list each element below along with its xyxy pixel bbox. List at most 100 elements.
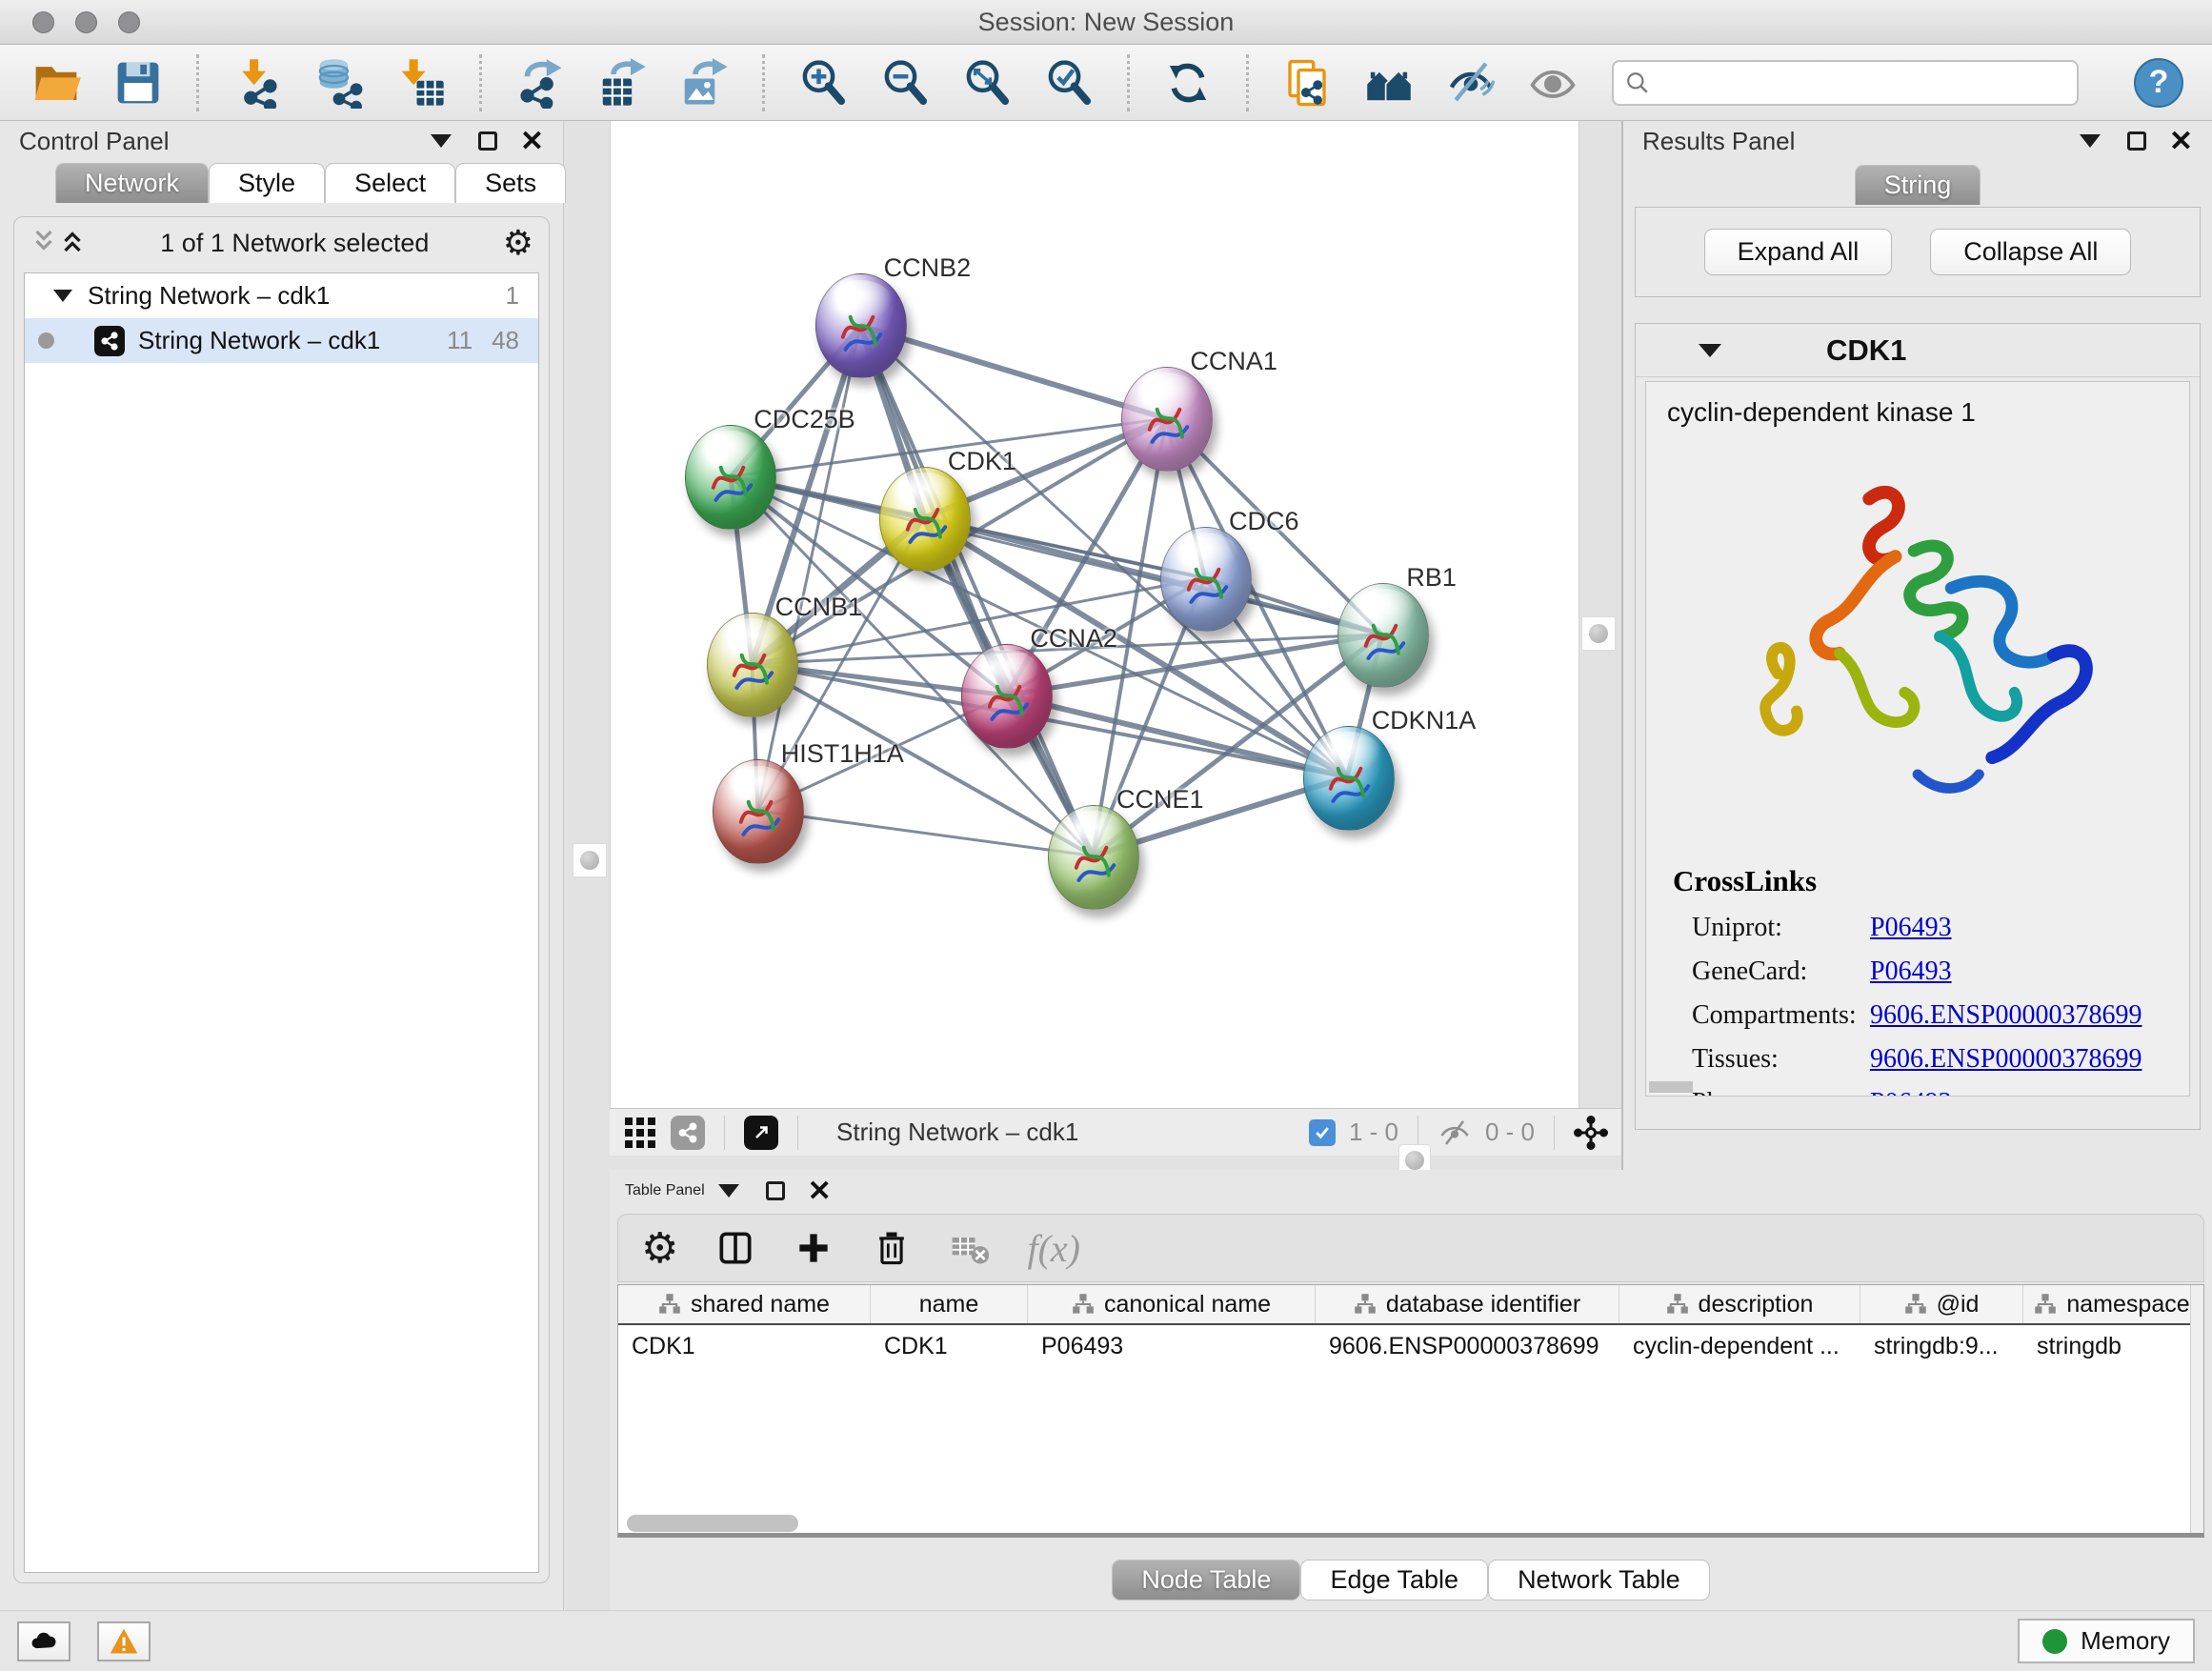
column-header-description[interactable]: description — [1619, 1285, 1860, 1323]
column-header--id[interactable]: @id — [1860, 1285, 2023, 1323]
zoom-in-icon[interactable] — [795, 55, 851, 111]
tab-style[interactable]: Style — [209, 163, 325, 203]
column-header-name[interactable]: name — [871, 1285, 1028, 1323]
collapse-collection-icon[interactable] — [53, 290, 72, 302]
crosslink-link[interactable]: 9606.ENSP00000378699 — [1870, 1000, 2142, 1031]
table-cell[interactable]: CDK1 — [871, 1325, 1028, 1367]
tab-string[interactable]: String — [1855, 165, 1981, 205]
edge-CCNE1-HIST1H1A[interactable] — [757, 811, 1093, 856]
hide-selected-eye-icon[interactable] — [1443, 55, 1498, 111]
column-header-canonical-name[interactable]: canonical name — [1028, 1285, 1316, 1323]
window-controls[interactable] — [32, 11, 140, 33]
table-horizontal-scrollbar[interactable] — [627, 1515, 798, 1532]
node-HIST1H1A[interactable] — [713, 759, 804, 864]
refresh-view-icon[interactable] — [1160, 55, 1216, 111]
home-neighbors-icon[interactable] — [1361, 55, 1417, 111]
tab-select[interactable]: Select — [325, 163, 455, 203]
detach-view-icon[interactable] — [744, 1116, 778, 1150]
float-panel-icon[interactable] — [2127, 131, 2146, 151]
memory-button[interactable]: Memory — [2018, 1619, 2195, 1663]
expand-all-button[interactable]: Expand All — [1704, 229, 1893, 275]
zoom-selected-icon[interactable] — [1041, 55, 1096, 111]
open-session-icon[interactable] — [29, 55, 84, 111]
node-CCNA2[interactable] — [961, 644, 1053, 749]
network-canvas[interactable]: CCNB2CCNA1CDC25BCDK1CDC6RB1CCNB1CCNA2CDK… — [610, 121, 1579, 1108]
export-image-icon[interactable] — [676, 55, 732, 111]
edge-CCNB2-CCNE1[interactable] — [860, 326, 1093, 856]
cloud-status-icon[interactable] — [17, 1621, 70, 1661]
table-cell[interactable]: CDK1 — [618, 1325, 871, 1367]
node-CDC25B[interactable] — [685, 425, 776, 530]
tab-node-table[interactable]: Node Table — [1112, 1560, 1300, 1601]
expand-all-networks-icon[interactable] — [58, 227, 87, 260]
panel-menu-icon[interactable] — [718, 1184, 739, 1198]
node-CCNB2[interactable] — [815, 273, 907, 378]
node-CCNE1[interactable] — [1048, 805, 1139, 910]
node-CDKN1A[interactable] — [1303, 726, 1395, 831]
network-thumbnail-icon[interactable] — [671, 1116, 705, 1150]
grid-view-icon[interactable] — [623, 1116, 657, 1150]
table-cell[interactable]: stringdb:9... — [1860, 1325, 2023, 1367]
delete-row-icon[interactable] — [871, 1227, 913, 1269]
collapse-all-button[interactable]: Collapse All — [1930, 229, 2131, 275]
table-cell[interactable]: cyclin-dependent ... — [1619, 1325, 1860, 1367]
close-panel-icon[interactable]: ✕ — [520, 125, 544, 158]
fit-content-icon[interactable] — [959, 55, 1015, 111]
crosslink-link[interactable]: 9606.ENSP00000378699 — [1870, 1044, 2142, 1075]
left-splitter-handle[interactable] — [573, 843, 607, 877]
show-columns-icon[interactable] — [714, 1227, 756, 1269]
node-RB1[interactable] — [1337, 583, 1429, 688]
node-CCNA1[interactable] — [1121, 367, 1213, 472]
collapse-all-networks-icon[interactable] — [30, 227, 58, 260]
show-all-eye-icon[interactable] — [1525, 55, 1580, 111]
tab-network[interactable]: Network — [55, 163, 209, 203]
column-header-namespace[interactable]: namespace — [2023, 1285, 2202, 1323]
node-CDK1[interactable] — [879, 467, 971, 572]
maximize-window-icon[interactable] — [118, 11, 140, 33]
panel-menu-icon[interactable] — [431, 134, 452, 148]
help-icon[interactable]: ? — [2134, 58, 2183, 108]
node-table[interactable]: shared namenamecanonical namedatabase id… — [617, 1284, 2204, 1538]
column-header-shared-name[interactable]: shared name — [618, 1285, 871, 1323]
search-input[interactable] — [1659, 68, 2065, 97]
table-cell[interactable]: stringdb — [2023, 1325, 2202, 1367]
node-CDC6[interactable] — [1160, 527, 1252, 632]
network-row[interactable]: String Network – cdk1 11 48 — [25, 318, 538, 363]
selected-checkbox-icon[interactable] — [1309, 1119, 1336, 1146]
table-row[interactable]: CDK1CDK1P064939606.ENSP00000378699cyclin… — [618, 1325, 2203, 1367]
birds-eye-toggle-icon[interactable] — [1574, 1116, 1608, 1150]
edge-CCNB2-CCNA1[interactable] — [860, 326, 1166, 418]
right-splitter-handle[interactable] — [1581, 616, 1616, 651]
table-cell[interactable]: 9606.ENSP00000378699 — [1316, 1325, 1619, 1367]
column-header-database-identifier[interactable]: database identifier — [1316, 1285, 1619, 1323]
crosslink-link[interactable]: P06493 — [1870, 913, 1952, 943]
table-options-gear-icon[interactable]: ⚙ — [641, 1224, 678, 1273]
add-column-icon[interactable] — [793, 1227, 835, 1269]
minimize-window-icon[interactable] — [75, 11, 97, 33]
table-cell[interactable]: P06493 — [1028, 1325, 1316, 1367]
float-panel-icon[interactable] — [478, 131, 497, 151]
zoom-out-icon[interactable] — [877, 55, 933, 111]
tab-sets[interactable]: Sets — [455, 163, 566, 203]
crosslink-link[interactable]: P06493 — [1870, 956, 1952, 987]
panel-menu-icon[interactable] — [2080, 134, 2101, 148]
crosslink-link[interactable]: P06493 — [1870, 1088, 1952, 1097]
clone-network-icon[interactable] — [1279, 55, 1335, 111]
export-table-icon[interactable] — [594, 55, 650, 111]
network-options-gear-icon[interactable]: ⚙ — [503, 223, 533, 263]
close-window-icon[interactable] — [32, 11, 54, 33]
results-scrollbar-thumb[interactable] — [1649, 1081, 1693, 1093]
table-vertical-scrollbar[interactable] — [2190, 1285, 2203, 1533]
tab-network-table[interactable]: Network Table — [1488, 1560, 1710, 1601]
collapse-protein-icon[interactable] — [1699, 344, 1721, 357]
network-collection-row[interactable]: String Network – cdk1 1 — [25, 273, 538, 318]
close-panel-icon[interactable]: ✕ — [808, 1175, 832, 1208]
import-network-database-icon[interactable] — [312, 55, 367, 111]
save-session-icon[interactable] — [111, 55, 166, 111]
float-panel-icon[interactable] — [766, 1181, 785, 1200]
tab-edge-table[interactable]: Edge Table — [1300, 1560, 1488, 1601]
import-network-file-icon[interactable] — [230, 55, 285, 111]
toolbar-search[interactable] — [1612, 60, 2079, 106]
export-network-icon[interactable] — [513, 55, 568, 111]
warnings-icon[interactable] — [97, 1621, 151, 1661]
